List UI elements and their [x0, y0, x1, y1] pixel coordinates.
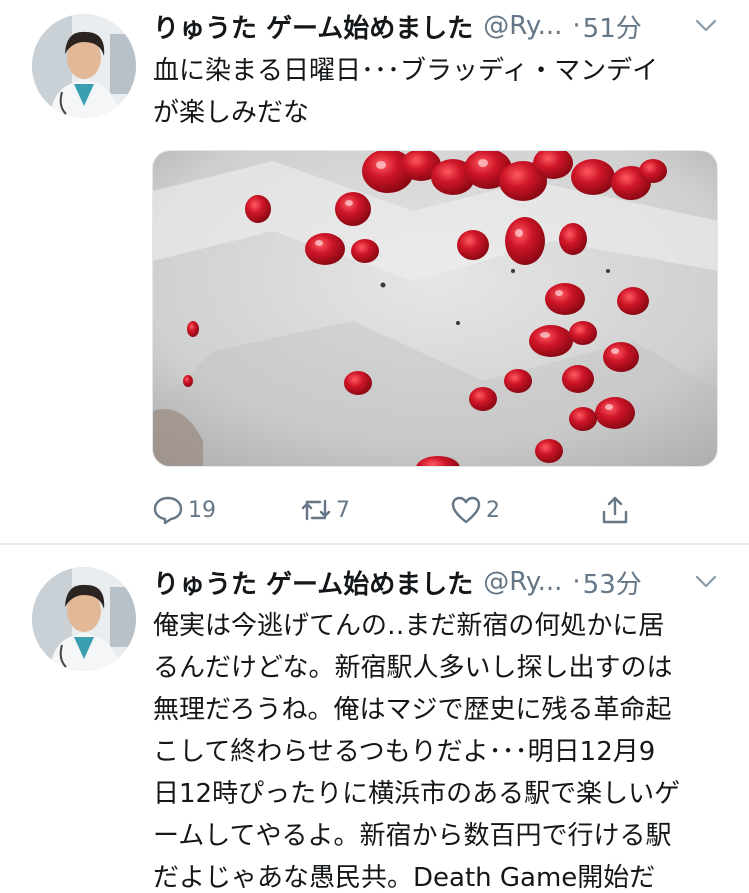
retweet-button[interactable]: 7	[300, 488, 350, 532]
display-name[interactable]: りゅうた ゲーム始めました	[153, 8, 473, 45]
tweet-text-line: るんだけどな。新宿駅人多いし探し出すのは	[153, 653, 673, 683]
share-icon	[602, 496, 628, 524]
timestamp[interactable]: 51分	[583, 8, 642, 45]
avatar[interactable]	[32, 567, 136, 671]
share-button[interactable]	[599, 488, 631, 532]
timestamp[interactable]: 53分	[583, 564, 642, 601]
avatar[interactable]	[32, 14, 136, 118]
heart-icon	[451, 496, 481, 524]
like-button[interactable]: 2	[450, 488, 500, 532]
tweet-2[interactable]: りゅうた ゲーム始めました @Ry... · 53分 俺実は今逃げてんの‥まだ新…	[0, 545, 749, 893]
tweet-text-line: が楽しみだな	[153, 98, 310, 128]
display-name[interactable]: りゅうた ゲーム始めました	[153, 564, 473, 601]
tweet-1[interactable]: りゅうた ゲーム始めました @Ry... · 51分 血に染まる日曜日･･･ブラ…	[0, 0, 749, 545]
tweet-text-line: だよじゃあな愚民共。Death Game開始だ	[153, 863, 656, 893]
reply-button[interactable]: 19	[152, 488, 216, 532]
tweet-text-line: 血に染まる日曜日･･･ブラッディ・マンデイ	[153, 56, 659, 86]
tweet-text-line: 日12時ぴったりに横浜市のある駅で楽しいゲ	[153, 779, 681, 809]
user-handle[interactable]: @Ry...	[483, 11, 562, 41]
reply-count: 19	[188, 497, 216, 523]
reply-icon	[153, 496, 183, 525]
retweet-icon	[301, 499, 331, 521]
separator-dot: ·	[572, 567, 581, 597]
chevron-down-icon[interactable]	[693, 14, 719, 36]
tweet-text: 俺実は今逃げてんの‥まだ新宿の何処かに居 るんだけどな。新宿駅人多いし探し出すの…	[153, 605, 723, 893]
retweet-count: 7	[336, 497, 350, 523]
tweet-actions: 19 7 2	[152, 488, 642, 532]
separator-dot: ·	[572, 11, 581, 41]
tweet-text-line: ームしてやるよ。新宿から数百円で行ける駅	[153, 821, 672, 851]
tweet-text-line: 無理だろうね。俺はマジで歴史に残る革命起	[153, 695, 672, 725]
tweet-photo[interactable]	[152, 150, 718, 467]
tweet-header: りゅうた ゲーム始めました @Ry... · 51分	[153, 6, 719, 46]
tweet-text-line: こして終わらせるつもりだよ･･･明日12月9	[153, 737, 656, 767]
user-handle[interactable]: @Ry...	[483, 567, 562, 597]
chevron-down-icon[interactable]	[693, 570, 719, 592]
tweet-text: 血に染まる日曜日･･･ブラッディ・マンデイ が楽しみだな	[153, 50, 723, 134]
tweet-text-line: 俺実は今逃げてんの‥まだ新宿の何処かに居	[153, 611, 665, 641]
tweet-header: りゅうた ゲーム始めました @Ry... · 53分	[153, 562, 719, 602]
like-count: 2	[486, 497, 500, 523]
